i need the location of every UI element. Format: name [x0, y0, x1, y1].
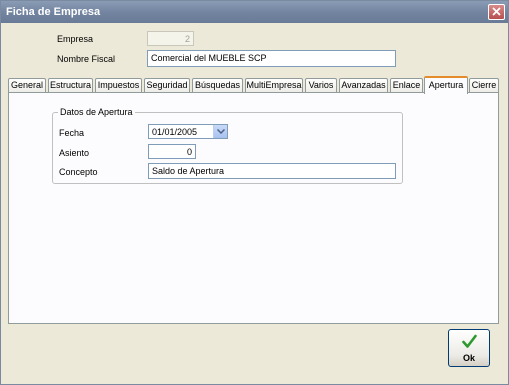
tab-apertura[interactable]: Apertura — [424, 76, 468, 94]
tab-avanzadas[interactable]: Avanzadas — [339, 78, 388, 93]
nombre-fiscal-label: Nombre Fiscal — [57, 54, 116, 64]
chevron-down-icon — [217, 129, 225, 134]
ok-button[interactable]: Ok — [448, 329, 490, 367]
tab-impuestos[interactable]: Impuestos — [95, 78, 142, 93]
window-title: Ficha de Empresa — [6, 6, 101, 18]
concepto-field[interactable]: Saldo de Apertura — [148, 163, 396, 179]
fecha-dropdown[interactable]: 01/01/2005 — [148, 124, 228, 139]
title-bar[interactable]: Ficha de Empresa — [1, 1, 508, 23]
empresa-field[interactable]: 2 — [147, 31, 194, 46]
tab-cierre[interactable]: Cierre — [469, 78, 499, 93]
checkmark-icon — [462, 334, 477, 348]
fecha-label: Fecha — [59, 128, 85, 138]
ok-label: Ok — [462, 353, 475, 363]
nombre-fiscal-field[interactable]: Comercial del MUEBLE SCP — [147, 50, 396, 67]
tab-general[interactable]: General — [8, 78, 46, 93]
close-button[interactable] — [488, 4, 505, 20]
close-icon — [492, 7, 501, 16]
asiento-field[interactable]: 0 — [148, 144, 196, 159]
concepto-label: Concepto — [59, 167, 98, 177]
tab-estructura[interactable]: Estructura — [48, 78, 93, 93]
asiento-label: Asiento — [59, 148, 90, 158]
fecha-value: 01/01/2005 — [152, 127, 198, 137]
dialog-window: Ficha de Empresa Empresa 2 Nombre Fiscal… — [0, 0, 509, 385]
tab-enlace[interactable]: Enlace — [390, 78, 423, 93]
tab-varios[interactable]: Varios — [305, 78, 337, 93]
datos-apertura-title: Datos de Apertura — [58, 107, 135, 117]
tab-multiempresa[interactable]: MultiEmpresa — [245, 78, 303, 93]
empresa-label: Empresa — [57, 34, 94, 44]
tab-seguridad[interactable]: Seguridad — [144, 78, 190, 93]
tab-busquedas[interactable]: Búsquedas — [192, 78, 243, 93]
fecha-dropdown-button[interactable] — [213, 125, 227, 138]
